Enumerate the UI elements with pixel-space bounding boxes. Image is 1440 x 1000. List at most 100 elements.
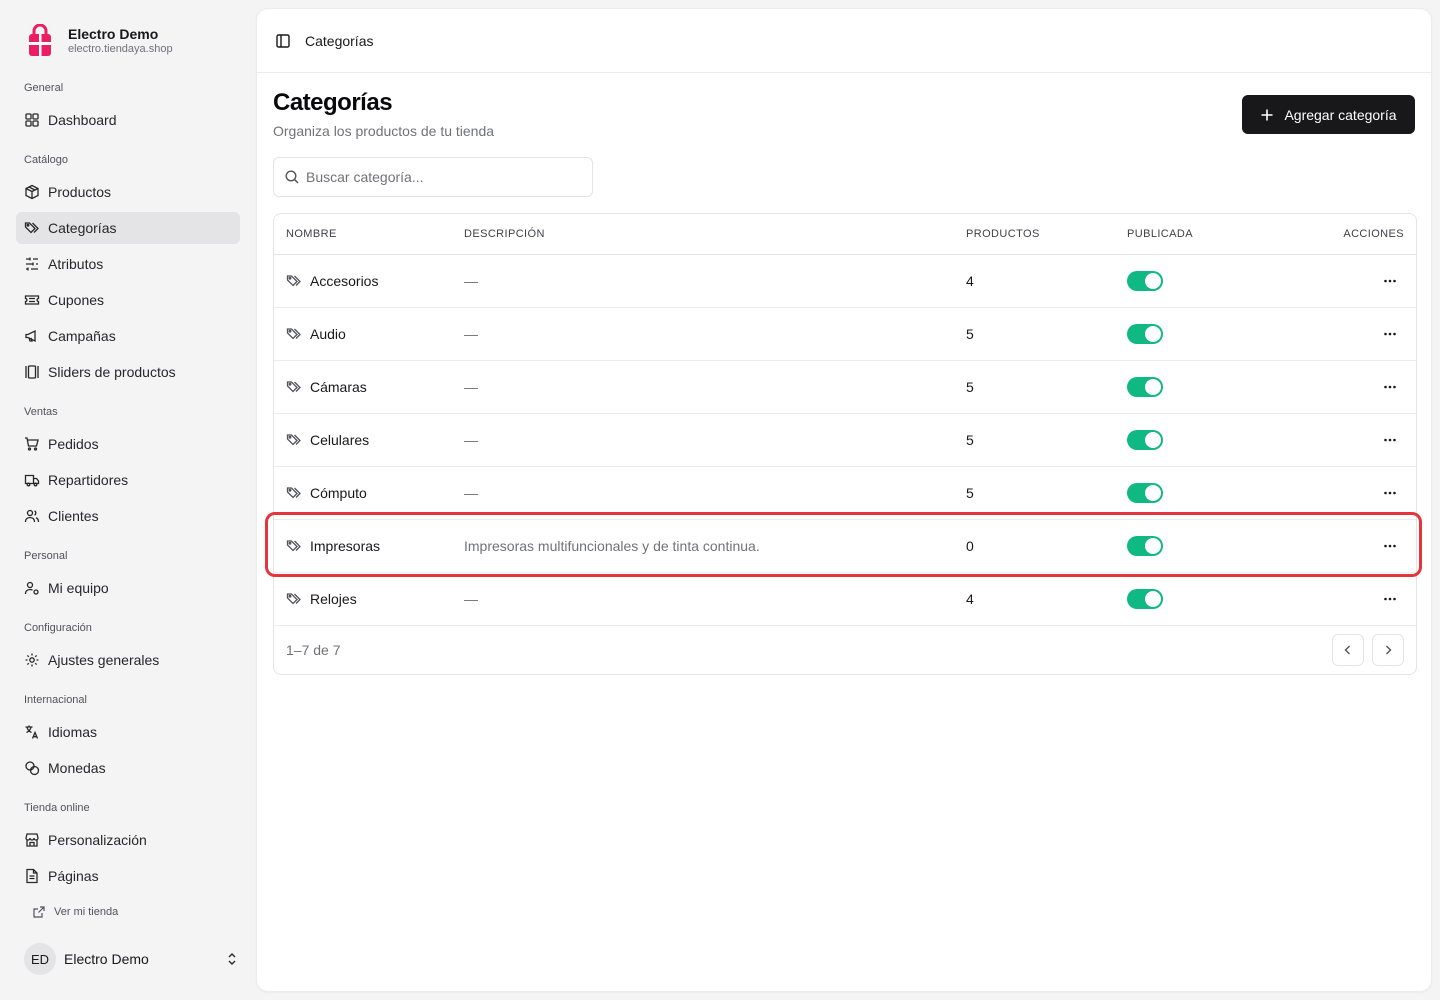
grid-icon	[25, 113, 39, 127]
category-description: —	[464, 485, 478, 501]
coins-icon	[25, 761, 40, 776]
published-toggle[interactable]	[1127, 483, 1163, 503]
category-description: Impresoras multifuncionales y de tinta c…	[464, 538, 760, 554]
tags-icon	[24, 222, 39, 234]
add-category-button[interactable]: Agregar categoría	[1242, 95, 1415, 134]
sidebar-item-label: Personalización	[48, 832, 147, 848]
sidebar-item-repartidores[interactable]: Repartidores	[16, 464, 240, 496]
sidebar-toggle-icon[interactable]	[275, 33, 291, 49]
sidebar-item-atributos[interactable]: Atributos	[16, 248, 240, 280]
category-name: Accesorios	[310, 273, 379, 289]
topbar: Categorías	[257, 9, 1431, 73]
header-products[interactable]: PRODUCTOS	[966, 228, 1127, 240]
row-actions-button[interactable]	[1376, 373, 1404, 401]
sidebar-item-categorias[interactable]: Categorías	[16, 212, 240, 244]
tags-icon	[286, 593, 301, 605]
search-input[interactable]	[306, 169, 586, 185]
sidebar-item-personalizacion[interactable]: Personalización	[16, 824, 240, 856]
sidebar-item-pedidos[interactable]: Pedidos	[16, 428, 240, 460]
sidebar-item-dashboard[interactable]: Dashboard	[16, 104, 240, 136]
user-switcher[interactable]: ED Electro Demo	[24, 943, 240, 975]
brand[interactable]: Electro Demo electro.tiendaya.shop	[24, 23, 173, 58]
published-toggle[interactable]	[1127, 271, 1163, 291]
sidebar-item-label: Sliders de productos	[48, 364, 176, 380]
next-page-button[interactable]	[1372, 634, 1404, 666]
published-toggle[interactable]	[1127, 324, 1163, 344]
tags-icon	[286, 328, 301, 340]
nav-group-personal: Personal	[24, 550, 68, 562]
tags-icon	[286, 434, 301, 446]
more-horizontal-icon	[1384, 385, 1396, 389]
user-cog-icon	[24, 581, 39, 595]
sidebar-item-paginas[interactable]: Páginas	[16, 860, 240, 892]
category-product-count: 5	[966, 432, 974, 448]
sidebar-item-monedas[interactable]: Monedas	[16, 752, 240, 784]
sidebar-item-campanas[interactable]: Campañas	[16, 320, 240, 352]
published-toggle[interactable]	[1127, 536, 1163, 556]
search-icon	[285, 170, 299, 184]
add-category-label: Agregar categoría	[1284, 106, 1397, 123]
sidebar-item-label: Pedidos	[48, 436, 99, 452]
file-icon	[26, 868, 38, 884]
header-description: DESCRIPCIÓN	[464, 228, 545, 240]
table-footer: 1–7 de 7	[274, 626, 1416, 674]
published-toggle[interactable]	[1127, 430, 1163, 450]
table-row[interactable]: Cámaras — 5	[274, 361, 1416, 414]
row-actions-button[interactable]	[1376, 479, 1404, 507]
breadcrumb: Categorías	[305, 32, 374, 49]
cart-icon	[25, 437, 39, 451]
table-row[interactable]: Celulares — 5	[274, 414, 1416, 467]
table-row[interactable]: Relojes — 4	[274, 573, 1416, 626]
table-row[interactable]: Cómputo — 5	[274, 467, 1416, 520]
sidebar-item-productos[interactable]: Productos	[16, 176, 240, 208]
prev-page-button[interactable]	[1332, 634, 1364, 666]
tags-icon	[286, 540, 301, 552]
sidebar-item-idiomas[interactable]: Idiomas	[16, 716, 240, 748]
users-icon	[24, 509, 40, 523]
nav-group-tienda-online: Tienda online	[24, 802, 90, 814]
more-horizontal-icon	[1384, 332, 1396, 336]
view-store-link[interactable]: Ver mi tienda	[32, 905, 118, 919]
sidebar-item-label: Dashboard	[48, 112, 117, 128]
row-actions-button[interactable]	[1376, 532, 1404, 560]
row-actions-button[interactable]	[1376, 320, 1404, 348]
sidebar-item-mi-equipo[interactable]: Mi equipo	[16, 572, 240, 604]
row-actions-button[interactable]	[1376, 426, 1404, 454]
header-name[interactable]: NOMBRE	[274, 228, 464, 240]
row-actions-button[interactable]	[1376, 267, 1404, 295]
category-description: —	[464, 591, 478, 607]
page-title: Categorías	[273, 89, 393, 116]
sliders-icon	[26, 257, 38, 271]
published-toggle[interactable]	[1127, 589, 1163, 609]
more-horizontal-icon	[1384, 544, 1396, 548]
sidebar-item-label: Ajustes generales	[48, 652, 160, 668]
sidebar-item-label: Campañas	[48, 328, 116, 344]
table-row-impresoras[interactable]: Impresoras Impresoras multifuncionales y…	[274, 520, 1416, 573]
table-row[interactable]: Accesorios — 4	[274, 255, 1416, 308]
sidebar-item-clientes[interactable]: Clientes	[16, 500, 240, 532]
header-published[interactable]: PUBLICADA	[1127, 228, 1307, 240]
table-row[interactable]: Audio — 5	[274, 308, 1416, 361]
row-actions-button[interactable]	[1376, 585, 1404, 613]
search-box	[273, 157, 593, 197]
category-product-count: 5	[966, 326, 974, 342]
avatar: ED	[24, 943, 56, 975]
sidebar-item-label: Repartidores	[48, 472, 129, 488]
categories-table: NOMBRE DESCRIPCIÓN PRODUCTOS PUBLICADA A…	[273, 213, 1417, 675]
published-toggle[interactable]	[1127, 377, 1163, 397]
view-store-label: Ver mi tienda	[54, 906, 119, 918]
sidebar-item-label: Cupones	[48, 292, 105, 308]
sidebar-item-label: Categorías	[48, 220, 117, 236]
more-horizontal-icon	[1384, 491, 1396, 495]
sidebar-item-ajustes-generales[interactable]: Ajustes generales	[16, 644, 240, 676]
megaphone-icon	[25, 329, 36, 343]
category-description: —	[464, 432, 478, 448]
sidebar-item-label: Productos	[48, 184, 112, 200]
sidebar-item-cupones[interactable]: Cupones	[16, 284, 240, 316]
sidebar-item-label: Idiomas	[48, 724, 98, 740]
nav-group-general: General	[24, 82, 64, 94]
more-horizontal-icon	[1384, 597, 1396, 601]
category-product-count: 0	[966, 538, 974, 554]
category-description: —	[464, 273, 478, 289]
sidebar-item-sliders[interactable]: Sliders de productos	[16, 356, 240, 388]
